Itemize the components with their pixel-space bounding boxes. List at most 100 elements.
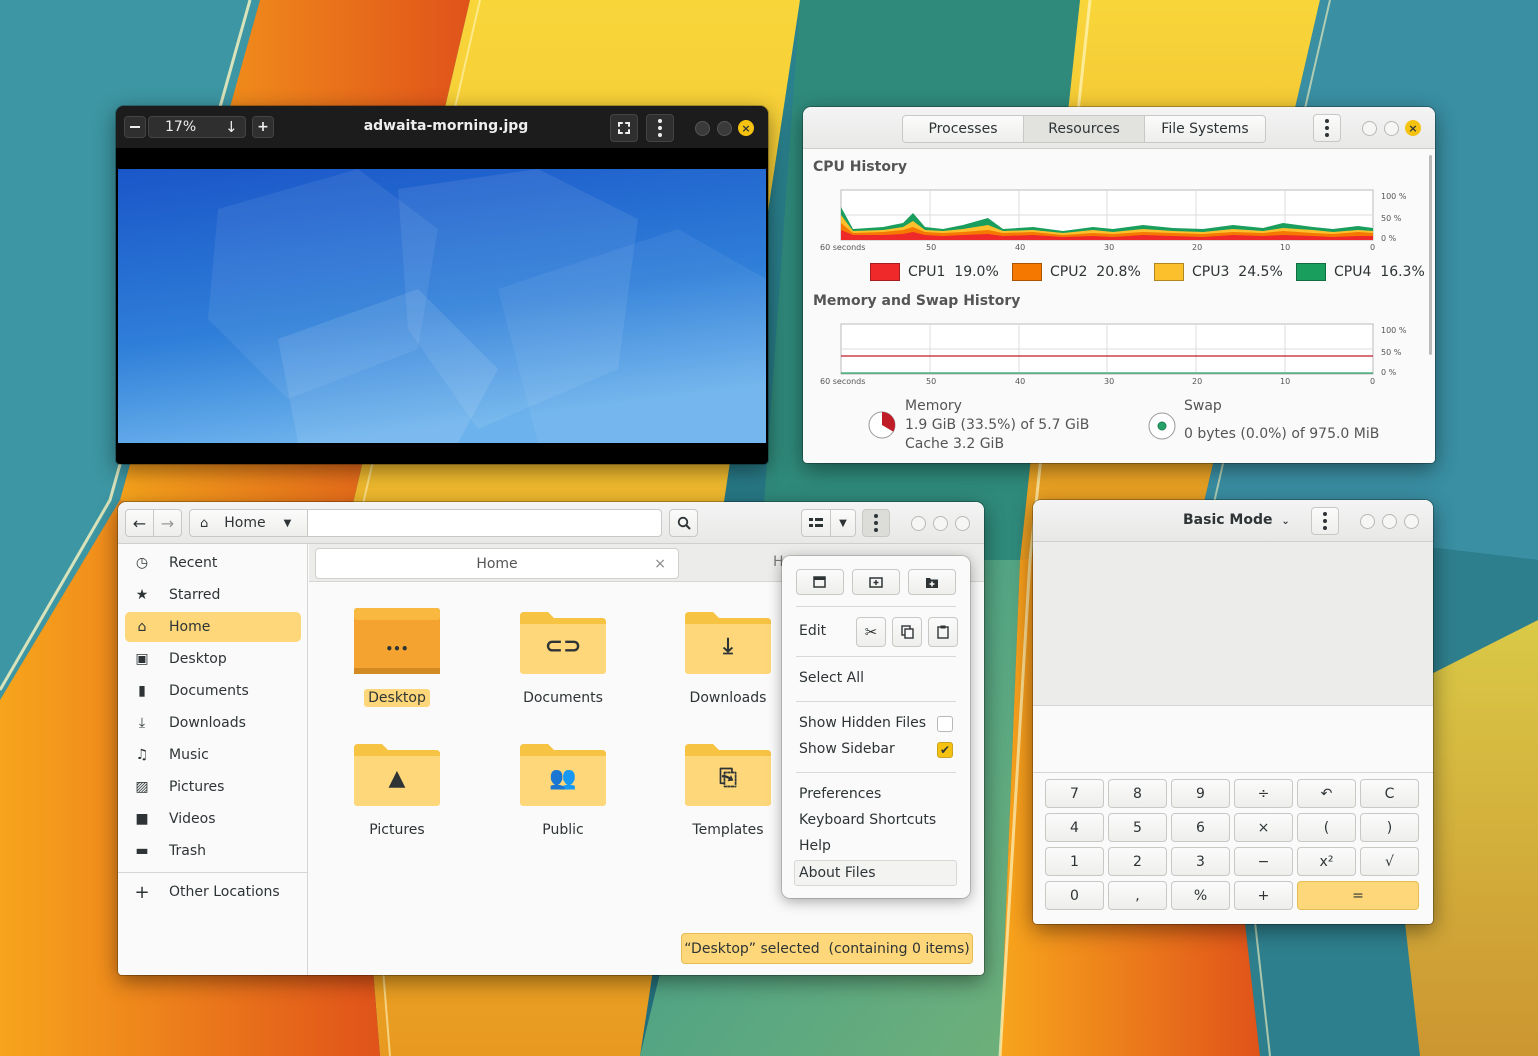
maximize-button[interactable] [717, 121, 732, 136]
key-close-paren-button[interactable]: ) [1360, 813, 1419, 842]
search-button[interactable] [669, 509, 698, 537]
key-5-button[interactable]: 5 [1108, 813, 1167, 842]
mode-selector[interactable]: Basic Mode ⌄ [1183, 512, 1290, 528]
file-item-label[interactable]: Public [493, 822, 633, 838]
path-bar-home[interactable]: ⌂ Home ▼ [189, 509, 308, 537]
tab-home[interactable]: Home × [315, 548, 679, 579]
sidebar-item-videos[interactable]: ■ Videos [125, 804, 301, 834]
sidebar-item-recent[interactable]: ◷ Recent [125, 548, 301, 578]
close-button[interactable]: × [738, 120, 754, 136]
file-item-label[interactable]: Templates [658, 822, 798, 838]
show-sidebar-item[interactable]: Show Sidebar [799, 741, 895, 757]
forward-button[interactable]: → [153, 509, 182, 537]
sidebar-item-desktop[interactable]: ▣ Desktop [125, 644, 301, 674]
key-4-button[interactable]: 4 [1045, 813, 1104, 842]
minimize-button[interactable] [695, 121, 710, 136]
new-window-button[interactable] [796, 569, 844, 595]
fullscreen-button[interactable] [610, 114, 638, 142]
copy-button[interactable] [892, 617, 922, 647]
file-item-label[interactable]: Downloads [658, 690, 798, 706]
close-button[interactable]: × [1405, 120, 1421, 136]
view-options-button[interactable]: ▼ [830, 509, 856, 537]
preferences-item[interactable]: Preferences [799, 786, 881, 802]
key-2-button[interactable]: 2 [1108, 847, 1167, 876]
arrow-down-icon[interactable]: ↓ [225, 118, 238, 136]
expression-entry[interactable] [1033, 707, 1433, 773]
maximize-button[interactable] [1384, 121, 1399, 136]
sidebar-item-starred[interactable]: ★ Starred [125, 580, 301, 610]
key-3-button[interactable]: 3 [1171, 847, 1230, 876]
path-bar-entry[interactable] [307, 509, 662, 537]
sidebar-item-trash[interactable]: ▬ Trash [125, 836, 301, 866]
keyboard-shortcuts-item[interactable]: Keyboard Shortcuts [799, 812, 936, 828]
key-divide-button[interactable]: ÷ [1234, 779, 1293, 808]
sidebar-item-music[interactable]: ♫ Music [125, 740, 301, 770]
cpu1-color-button[interactable] [870, 263, 900, 281]
zoom-out-button[interactable] [124, 116, 146, 138]
key-multiply-button[interactable]: × [1234, 813, 1293, 842]
key-0-button[interactable]: 0 [1045, 881, 1104, 910]
sidebar-item-other-locations[interactable]: + Other Locations [125, 877, 301, 907]
sidebar-item-downloads[interactable]: ⤓ Downloads [125, 708, 301, 738]
close-button[interactable] [955, 516, 970, 531]
desktop-folder-icon[interactable] [352, 606, 442, 676]
new-folder-button[interactable] [908, 569, 956, 595]
key-clear-button[interactable]: C [1360, 779, 1419, 808]
picture-icon: ▨ [135, 779, 149, 795]
show-hidden-checkbox[interactable] [937, 716, 953, 732]
show-hidden-files-item[interactable]: Show Hidden Files [799, 715, 926, 731]
maximize-button[interactable] [933, 516, 948, 531]
cpu2-color-button[interactable] [1012, 263, 1042, 281]
key-decimal-button[interactable]: , [1108, 881, 1167, 910]
sysmon-scrollbar[interactable] [1429, 155, 1432, 355]
view-mode-button[interactable] [801, 509, 831, 537]
key-equals-button[interactable]: = [1297, 881, 1419, 910]
cut-button[interactable]: ✂ [856, 617, 886, 647]
about-files-item[interactable]: About Files [794, 860, 957, 886]
calc-menu-button[interactable] [1311, 507, 1339, 535]
key-add-button[interactable]: + [1234, 881, 1293, 910]
new-folder-icon [926, 577, 938, 588]
tab-resources[interactable]: Resources [1023, 115, 1145, 143]
show-sidebar-checkbox[interactable]: ✔ [937, 742, 953, 758]
cpu3-color-button[interactable] [1154, 263, 1184, 281]
close-button[interactable] [1404, 514, 1419, 529]
back-button[interactable]: ← [125, 509, 154, 537]
select-all-item[interactable]: Select All [799, 670, 864, 686]
maximize-button[interactable] [1382, 514, 1397, 529]
close-icon[interactable]: × [654, 556, 666, 572]
key-sqrt-button[interactable]: √ [1360, 847, 1419, 876]
minimize-button[interactable] [1360, 514, 1375, 529]
key-square-button[interactable]: x² [1297, 847, 1356, 876]
file-item-label[interactable]: Pictures [327, 822, 467, 838]
sidebar-item-pictures[interactable]: ▨ Pictures [125, 772, 301, 802]
key-undo-button[interactable]: ↶ [1297, 779, 1356, 808]
key-percent-button[interactable]: % [1171, 881, 1230, 910]
help-item[interactable]: Help [799, 838, 831, 854]
zoom-entry[interactable]: 17% ↓ [148, 116, 246, 138]
key-1-button[interactable]: 1 [1045, 847, 1104, 876]
minimize-button[interactable] [1362, 121, 1377, 136]
viewer-menu-button[interactable] [646, 114, 674, 142]
sysmon-menu-button[interactable] [1313, 114, 1341, 142]
paste-button[interactable] [928, 617, 958, 647]
new-tab-button[interactable] [852, 569, 900, 595]
minimize-button[interactable] [911, 516, 926, 531]
sidebar-item-home[interactable]: ⌂ Home [125, 612, 301, 642]
cpu4-color-button[interactable] [1296, 263, 1326, 281]
key-subtract-button[interactable]: − [1234, 847, 1293, 876]
key-8-button[interactable]: 8 [1108, 779, 1167, 808]
key-9-button[interactable]: 9 [1171, 779, 1230, 808]
swap-pie-chart[interactable] [1147, 411, 1177, 441]
key-open-paren-button[interactable]: ( [1297, 813, 1356, 842]
sidebar-item-documents[interactable]: ▮ Documents [125, 676, 301, 706]
file-item-label[interactable]: Desktop [327, 689, 467, 707]
memory-pie-chart[interactable] [867, 410, 897, 440]
zoom-in-button[interactable]: + [252, 116, 274, 138]
files-menu-button[interactable] [862, 509, 890, 537]
tab-processes[interactable]: Processes [902, 115, 1024, 143]
file-item-label[interactable]: Documents [493, 690, 633, 706]
key-7-button[interactable]: 7 [1045, 779, 1104, 808]
tab-file-systems[interactable]: File Systems [1144, 115, 1266, 143]
key-6-button[interactable]: 6 [1171, 813, 1230, 842]
